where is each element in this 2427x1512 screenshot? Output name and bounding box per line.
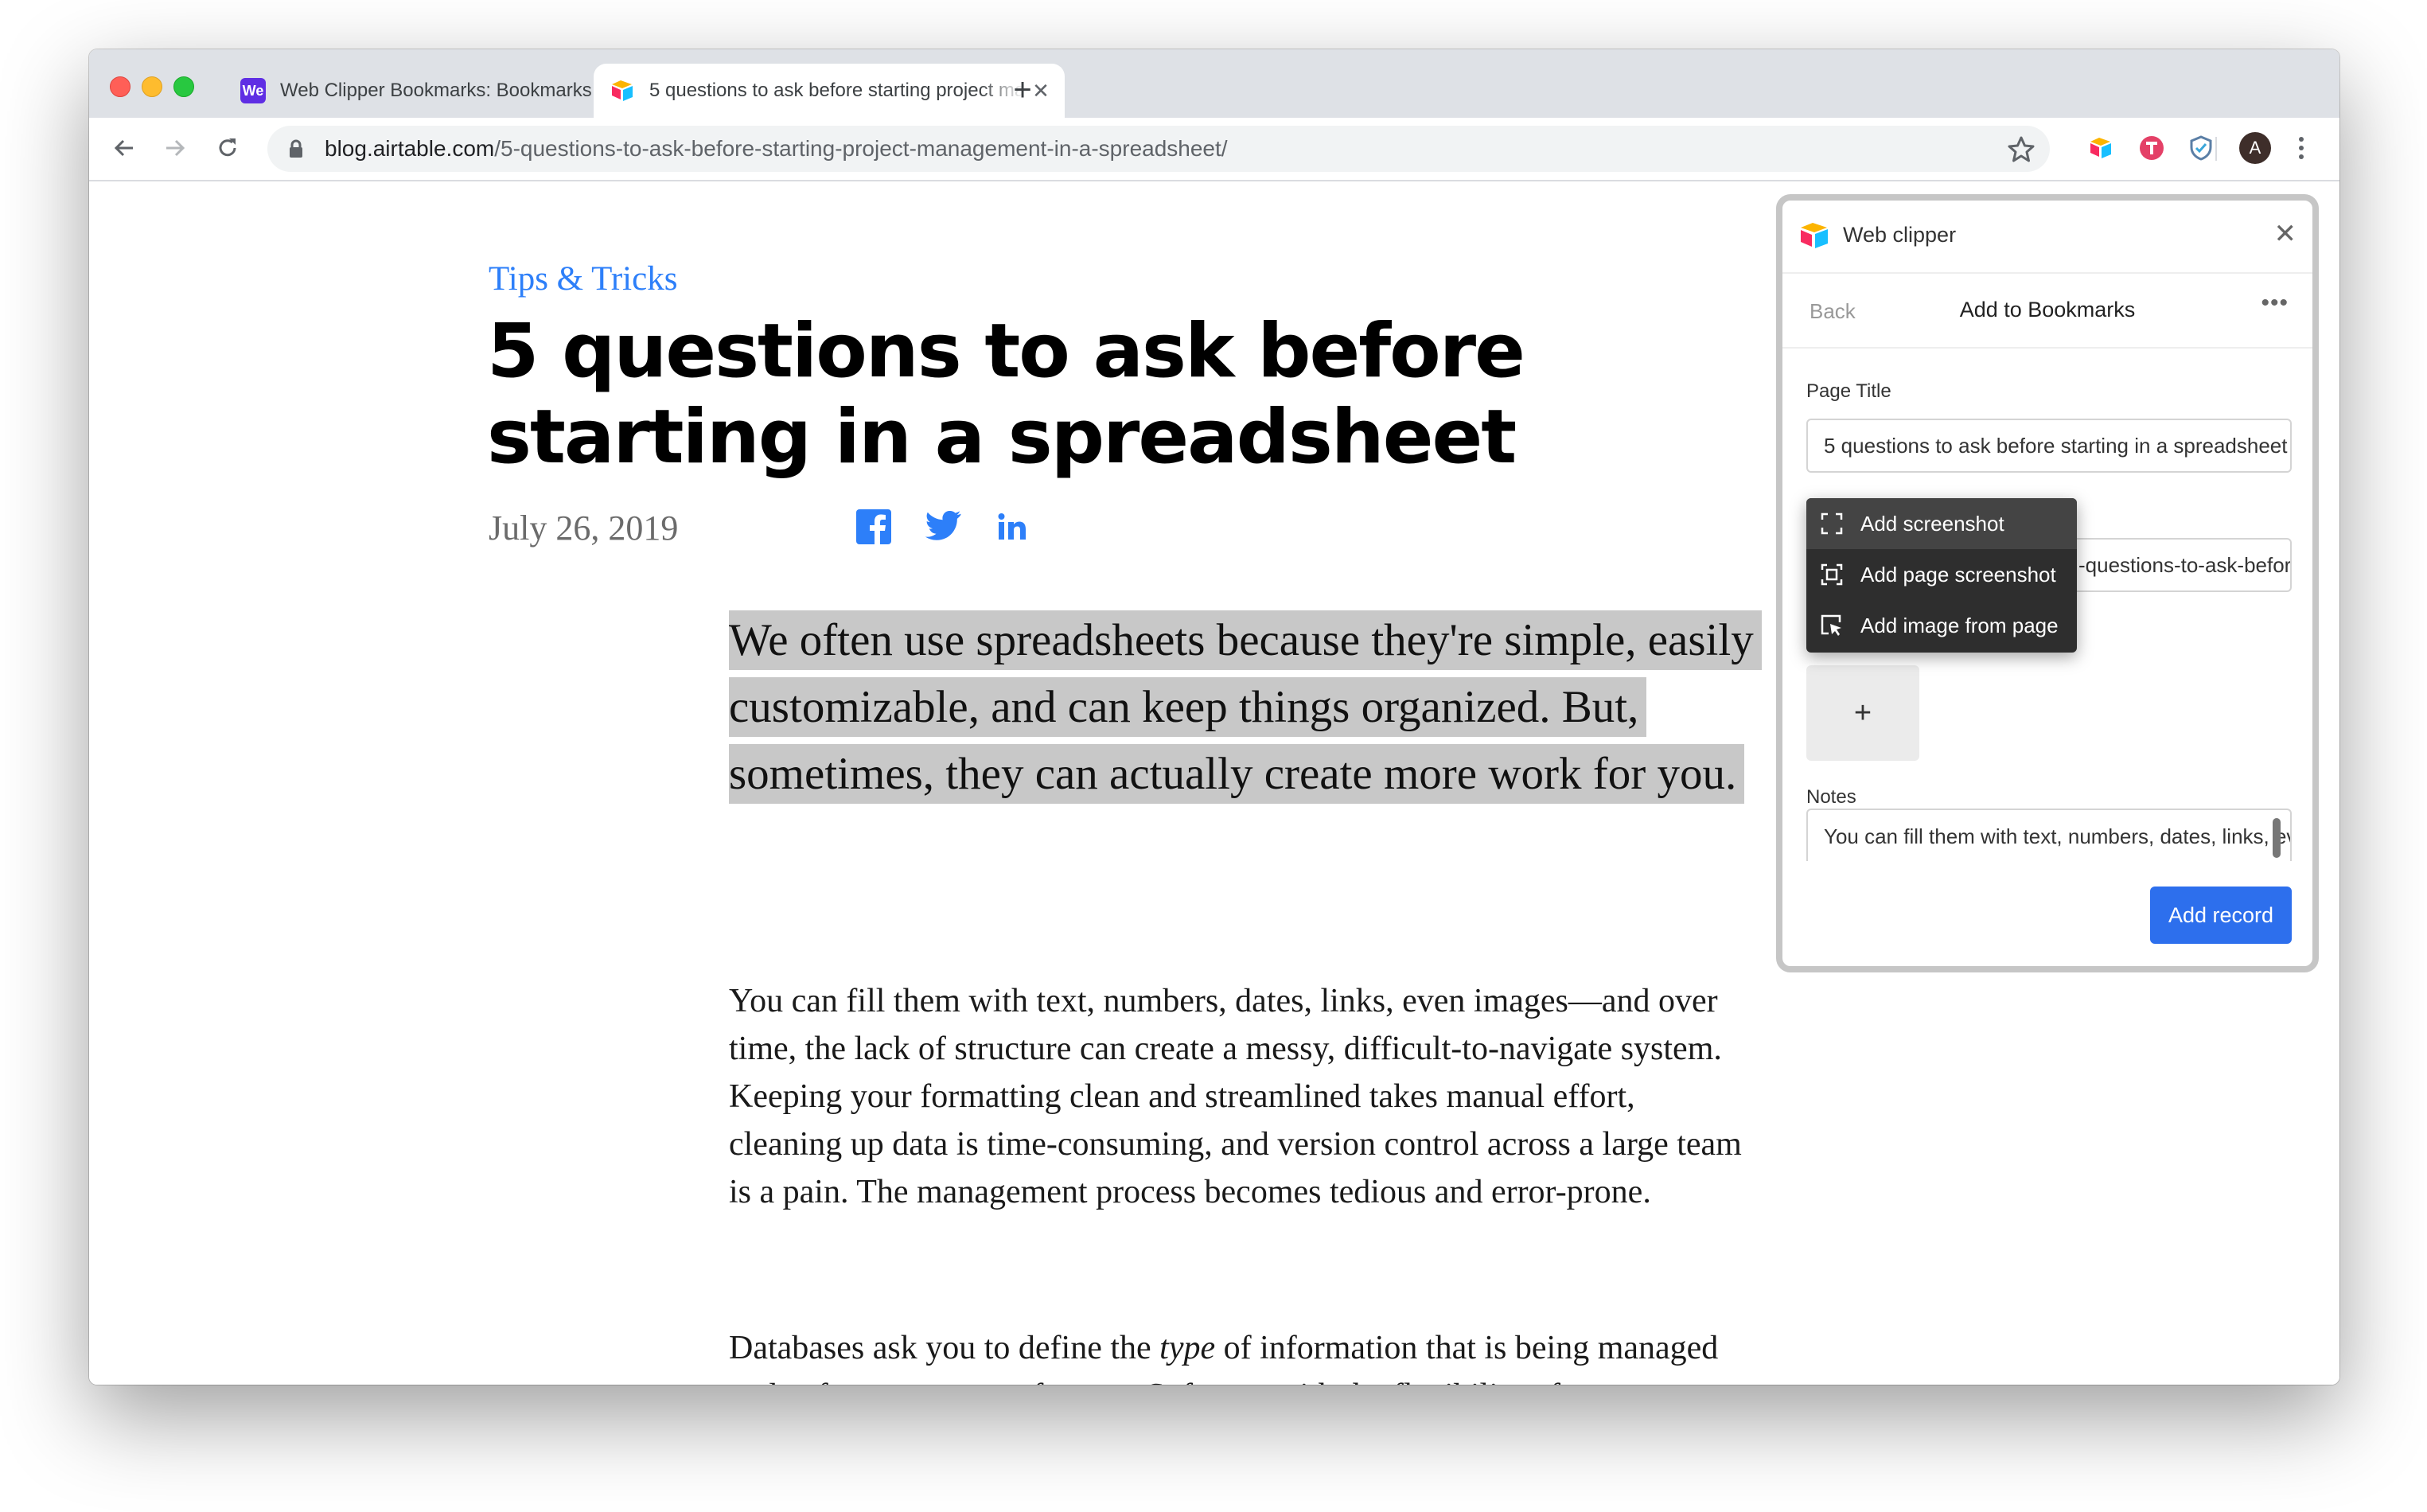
browser-window: We Web Clipper Bookmarks: Bookmarks ✕ 5 …	[89, 49, 2339, 1385]
tab-title: Web Clipper Bookmarks: Bookmarks	[280, 80, 592, 101]
menu-item-label: Add page screenshot	[1860, 562, 2056, 586]
article-title: 5 questions to ask before starting in a …	[487, 308, 1525, 481]
shield-extension-icon[interactable]	[2185, 132, 2217, 164]
todoist-extension-icon[interactable]	[2136, 132, 2168, 164]
forward-button[interactable]	[153, 126, 197, 170]
minimize-window-button[interactable]	[142, 76, 162, 97]
menu-item-label: Add image from page	[1860, 613, 2059, 637]
airtable-logo-icon	[2090, 138, 2111, 158]
page-screenshot-icon	[1821, 563, 1843, 586]
selected-text: We often use spreadsheets because they'r…	[729, 610, 1762, 804]
image-from-page-icon	[1821, 614, 1841, 636]
new-tab-button[interactable]: +	[1003, 70, 1042, 110]
notes-label: Notes	[1806, 786, 1856, 808]
notes-scrollbar[interactable]	[2273, 818, 2281, 858]
tab-title: 5 questions to ask before starting proje…	[649, 80, 1025, 101]
page-title-label: Page Title	[1806, 380, 1891, 402]
linkedin-icon[interactable]	[993, 508, 1031, 546]
add-page-screenshot-menu-item[interactable]: Add page screenshot	[1806, 549, 2077, 600]
tab-strip: We Web Clipper Bookmarks: Bookmarks ✕ 5 …	[89, 49, 2339, 118]
clipper-nav: Back Add to Bookmarks •••	[1782, 274, 2312, 349]
add-attachment-button[interactable]: +	[1806, 665, 1919, 761]
add-image-from-page-menu-item[interactable]: Add image from page	[1806, 600, 2077, 651]
shield-icon	[2190, 135, 2212, 161]
lock-icon	[290, 139, 302, 158]
facebook-icon[interactable]	[855, 508, 893, 546]
article-paragraph: You can fill them with text, numbers, da…	[729, 983, 1742, 1210]
close-window-button[interactable]	[110, 76, 131, 97]
article-paragraph: Databases ask you to define the type of …	[729, 1324, 1747, 1385]
clipper-header: Web clipper ✕	[1782, 201, 2312, 274]
notes-field[interactable]: You can fill them with text, numbers, da…	[1806, 809, 2292, 861]
t-badge-icon	[2140, 136, 2164, 160]
web-clipper-panel: Web clipper ✕ Back Add to Bookmarks ••• …	[1776, 194, 2319, 972]
airtable-favicon-icon	[612, 80, 633, 101]
web-page: Tips & Tricks 5 questions to ask before …	[89, 181, 2339, 1385]
browser-menu-icon[interactable]	[2284, 131, 2319, 166]
paragraph-text: Databases ask you to define the	[729, 1330, 1160, 1366]
twitter-icon[interactable]	[925, 508, 963, 546]
back-button[interactable]	[102, 126, 146, 170]
article-category-link[interactable]: Tips & Tricks	[489, 259, 677, 298]
url-text: blog.airtable.com/5-questions-to-ask-bef…	[325, 136, 1228, 162]
page-title-field[interactable]: 5 questions to ask before starting in a …	[1806, 419, 2292, 473]
paragraph-emphasis: type	[1159, 1330, 1216, 1366]
toolbar-separator	[2215, 137, 2217, 161]
add-screenshot-menu-item[interactable]: Add screenshot	[1806, 498, 2077, 549]
notes-text: You can fill them with text, numbers, da…	[1824, 824, 2290, 848]
clipper-title: Web clipper	[1843, 223, 1957, 247]
url-path: /5-questions-to-ask-before-starting-proj…	[494, 136, 1228, 161]
arrow-right-icon	[166, 139, 185, 157]
bookmark-star-icon[interactable]	[2005, 134, 2037, 166]
more-options-icon[interactable]: •••	[2261, 290, 2289, 317]
reload-button[interactable]	[205, 126, 250, 170]
add-record-button[interactable]: Add record	[2150, 887, 2292, 944]
airtable-logo-icon	[1801, 223, 1828, 248]
article-lead-highlighted: We often use spreadsheets because they'r…	[729, 607, 1771, 808]
reload-icon	[219, 138, 236, 157]
we-favicon-icon: We	[240, 78, 266, 103]
attachment-menu: Add screenshot Add page screenshot Add i…	[1806, 498, 2077, 653]
close-icon[interactable]: ✕	[2274, 218, 2297, 250]
browser-toolbar: blog.airtable.com/5-questions-to-ask-bef…	[89, 118, 2339, 181]
clipper-table-name: Add to Bookmarks	[1959, 298, 2136, 321]
screenshot-area-icon	[1821, 512, 1843, 535]
arrow-left-icon	[114, 139, 133, 157]
url-domain: blog.airtable.com	[325, 136, 495, 161]
article-date: July 26, 2019	[489, 509, 679, 548]
menu-item-label: Add screenshot	[1860, 511, 2004, 536]
airtable-extension-icon[interactable]	[2085, 132, 2117, 164]
zoom-window-button[interactable]	[173, 76, 194, 97]
address-bar[interactable]: blog.airtable.com/5-questions-to-ask-bef…	[267, 126, 2050, 172]
profile-avatar[interactable]: A	[2239, 132, 2271, 164]
tab-article[interactable]: 5 questions to ask before starting proje…	[594, 64, 1065, 118]
